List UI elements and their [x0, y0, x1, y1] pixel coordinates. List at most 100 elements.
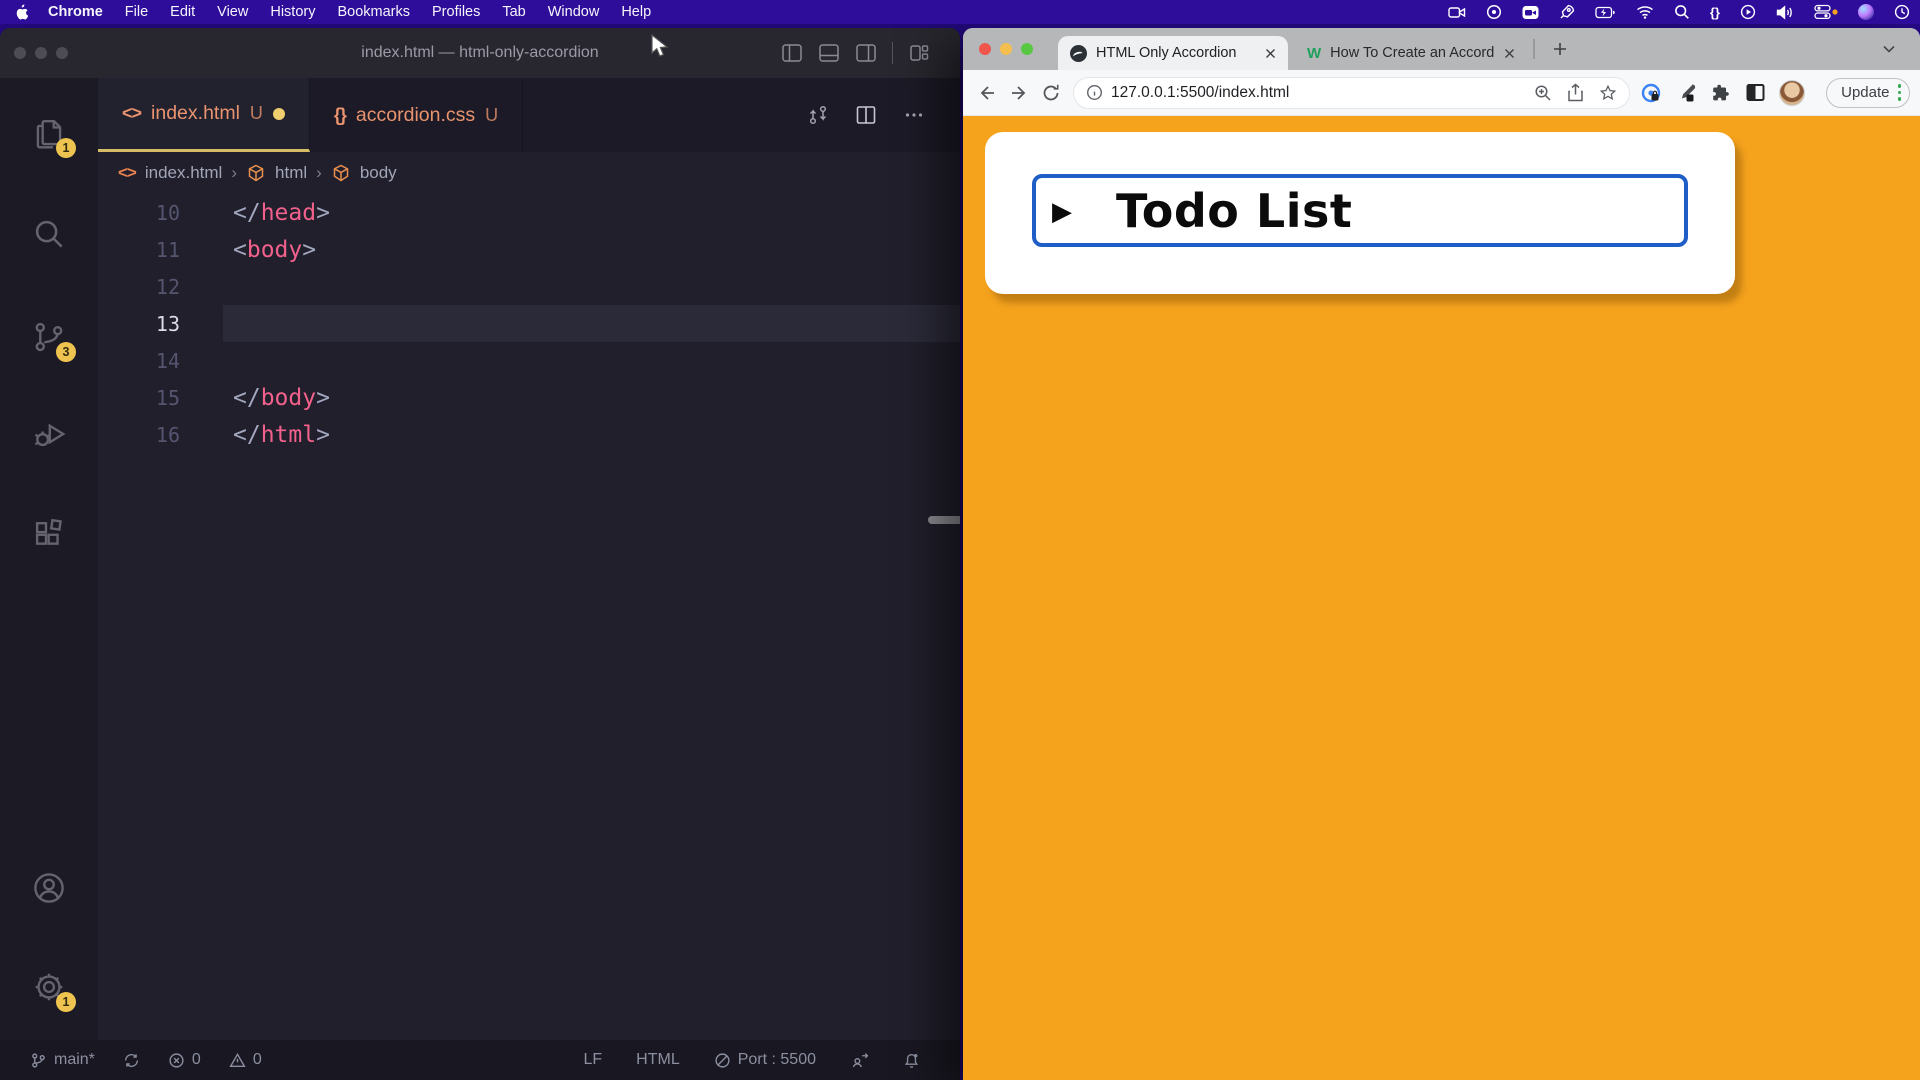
reload-button[interactable]	[1035, 77, 1067, 109]
update-chrome-button[interactable]: Update	[1826, 78, 1910, 108]
vscode-titlebar[interactable]: index.html — html-only-accordion	[0, 28, 960, 78]
explorer-icon[interactable]: 1	[30, 114, 68, 152]
clock-icon[interactable]	[1894, 4, 1910, 20]
accordion-title: Todo List	[1116, 184, 1352, 238]
tab-divider	[1533, 39, 1535, 59]
minimize-window-button[interactable]	[1000, 43, 1012, 55]
close-window-button[interactable]	[979, 43, 991, 55]
new-tab-button[interactable]	[1547, 36, 1573, 62]
mouse-cursor	[650, 34, 672, 60]
eyedropper-extension-icon[interactable]	[1675, 82, 1697, 104]
source-control-icon[interactable]: 3	[30, 318, 68, 356]
git-branch-status[interactable]: main*	[30, 1051, 95, 1069]
share-icon[interactable]	[1567, 83, 1584, 102]
side-panel-icon[interactable]	[1745, 82, 1766, 103]
tab-accordion-css[interactable]: {} accordion.css U	[310, 78, 523, 152]
code-line-13-current[interactable]: 13	[98, 305, 960, 342]
language-mode[interactable]: HTML	[636, 1051, 680, 1069]
account-icon[interactable]	[30, 869, 68, 907]
settings-gear-icon[interactable]: 1	[30, 968, 68, 1006]
zoom-window-button[interactable]	[1021, 43, 1033, 55]
minimize-window-button[interactable]	[35, 47, 47, 59]
scrollbar-handle[interactable]	[928, 516, 960, 524]
errors-status[interactable]: 0	[168, 1051, 201, 1069]
menu-item-history[interactable]: History	[259, 4, 326, 20]
tab-label: accordion.css	[356, 104, 475, 127]
menu-item-help[interactable]: Help	[610, 4, 662, 20]
customize-layout-icon[interactable]	[908, 42, 930, 64]
zoom-window-button[interactable]	[56, 47, 68, 59]
apple-menu-icon[interactable]	[14, 4, 29, 21]
menu-item-view[interactable]: View	[206, 4, 259, 20]
close-tab-icon[interactable]	[1265, 48, 1276, 59]
breadcrumb-file[interactable]: index.html	[145, 163, 222, 183]
notifications-bell-icon[interactable]	[903, 1052, 920, 1069]
tab-index-html[interactable]: <> index.html U	[98, 78, 310, 152]
accordion-summary[interactable]: ▶ Todo List	[1032, 174, 1688, 247]
play-circle-icon[interactable]	[1740, 4, 1756, 20]
chrome-tab-active[interactable]: HTML Only Accordion	[1058, 36, 1288, 70]
battery-icon[interactable]	[1595, 6, 1616, 19]
site-info-icon[interactable]	[1086, 84, 1103, 101]
chrome-tab-inactive[interactable]: W How To Create an Accordion	[1295, 36, 1527, 70]
modified-dot-icon[interactable]	[273, 108, 285, 120]
code-line-16[interactable]: 16 </html>	[98, 416, 960, 453]
control-center-icon[interactable]	[1814, 4, 1838, 20]
menu-item-window[interactable]: Window	[537, 4, 611, 20]
camera-icon[interactable]	[1522, 5, 1539, 20]
code-line-12[interactable]: 12	[98, 268, 960, 305]
tab-search-chevron-icon[interactable]	[1876, 36, 1902, 62]
close-tab-icon[interactable]	[1504, 48, 1515, 59]
record-icon[interactable]	[1486, 4, 1502, 20]
globe-favicon	[1070, 45, 1087, 62]
breadcrumb-body-node[interactable]: body	[360, 163, 397, 183]
bookmark-star-icon[interactable]	[1599, 84, 1617, 102]
split-editor-icon[interactable]	[854, 103, 878, 127]
compare-changes-icon[interactable]	[806, 103, 830, 127]
screen-record-icon[interactable]	[1448, 5, 1466, 20]
volume-icon[interactable]	[1776, 5, 1794, 20]
profile-avatar[interactable]	[1779, 80, 1805, 106]
live-share-icon[interactable]	[850, 1052, 869, 1069]
lighthouse-extension-icon[interactable]	[1640, 82, 1662, 104]
spotlight-icon[interactable]	[1674, 4, 1690, 20]
forward-button[interactable]	[1003, 77, 1035, 109]
vscode-window: index.html — html-only-accordion	[0, 28, 960, 1080]
code-line-15[interactable]: 15 </body>	[98, 379, 960, 416]
code-line-10[interactable]: 10 </head>	[98, 194, 960, 231]
siri-icon[interactable]	[1858, 4, 1874, 20]
menu-item-profiles[interactable]: Profiles	[421, 4, 491, 20]
zoom-icon[interactable]	[1534, 84, 1552, 102]
code-editor[interactable]: 10 </head> 11 <body> 12 13 14	[98, 194, 960, 453]
explorer-badge: 1	[56, 138, 76, 158]
sync-changes-button[interactable]	[123, 1052, 140, 1069]
eol-indicator[interactable]: LF	[583, 1051, 602, 1069]
code-line-14[interactable]: 14	[98, 342, 960, 379]
search-icon[interactable]	[30, 215, 68, 253]
toggle-panel-bottom-icon[interactable]	[818, 42, 840, 64]
more-actions-icon[interactable]	[902, 103, 926, 127]
rocket-icon[interactable]	[1559, 4, 1575, 20]
menu-item-chrome[interactable]: Chrome	[37, 4, 114, 20]
extensions-icon[interactable]	[30, 515, 68, 553]
address-bar[interactable]: 127.0.0.1:5500/index.html	[1073, 77, 1630, 109]
toggle-panel-left-icon[interactable]	[781, 42, 803, 64]
menu-item-bookmarks[interactable]: Bookmarks	[326, 4, 421, 20]
wifi-icon[interactable]	[1636, 5, 1654, 19]
chrome-menu-icon[interactable]	[1898, 84, 1902, 101]
breadcrumb-html-node[interactable]: html	[275, 163, 307, 183]
extensions-puzzle-icon[interactable]	[1710, 82, 1732, 104]
menu-item-edit[interactable]: Edit	[159, 4, 206, 20]
code-line-11[interactable]: 11 <body>	[98, 231, 960, 268]
close-window-button[interactable]	[14, 47, 26, 59]
url-text[interactable]: 127.0.0.1:5500/index.html	[1111, 84, 1534, 102]
toggle-panel-right-icon[interactable]	[855, 42, 877, 64]
run-debug-icon[interactable]	[30, 415, 68, 453]
menu-item-tab[interactable]: Tab	[491, 4, 536, 20]
back-button[interactable]	[971, 77, 1003, 109]
braces-icon[interactable]: {}	[1710, 5, 1720, 20]
settings-badge: 1	[56, 992, 76, 1012]
warnings-status[interactable]: 0	[229, 1051, 262, 1069]
menu-item-file[interactable]: File	[114, 4, 159, 20]
live-server-port[interactable]: Port : 5500	[714, 1051, 816, 1069]
